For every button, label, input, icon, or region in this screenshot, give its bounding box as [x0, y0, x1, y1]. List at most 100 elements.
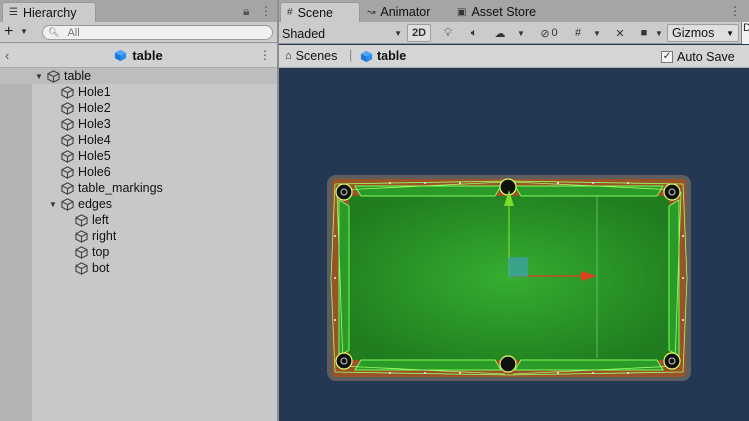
prefab-cube-icon: [115, 49, 127, 62]
cushion-top-right: [514, 185, 664, 197]
animator-icon: ↝: [367, 6, 376, 18]
hierarchy-tab-bar: ☰ Hierarchy 🔒︎ ⋮: [0, 0, 277, 22]
grid-icon[interactable]: #: [569, 23, 587, 43]
tree-item-hole2[interactable]: Hole2: [0, 100, 277, 116]
kebab-menu-icon[interactable]: ⋮: [259, 48, 271, 62]
kebab-menu-icon[interactable]: ⋮: [729, 4, 741, 18]
gizmos-label: Gizmos: [672, 26, 715, 40]
effects-icon[interactable]: ☁︎: [491, 23, 509, 43]
tree-item-table-markings[interactable]: table_markings: [0, 180, 277, 196]
tab-animator-label: Animator: [380, 5, 431, 19]
audio-icon[interactable]: 🔈︎: [465, 23, 483, 43]
cushion-right: [668, 199, 680, 357]
gameobject-cube-icon: [61, 85, 74, 99]
lighting-icon[interactable]: 💡︎: [439, 23, 457, 43]
camera-icon[interactable]: ■: [635, 23, 653, 43]
breadcrumb-current[interactable]: table: [360, 49, 406, 63]
gameobject-cube-icon: [61, 101, 74, 115]
tree-item-right[interactable]: right: [0, 228, 277, 244]
tree-item-label: Hole3: [78, 117, 111, 131]
gameobject-cube-icon: [61, 181, 74, 195]
pocket-hole3[interactable]: [663, 183, 681, 201]
search-input[interactable]: [67, 26, 268, 39]
hierarchy-tree: ▼ table Hole1 Hole2 Hole3 Hole4 Hole5 Ho…: [0, 68, 277, 276]
tools-icon[interactable]: ✕: [611, 23, 629, 43]
pocket-hole4[interactable]: [335, 352, 353, 370]
mode-2d-button[interactable]: 2D: [407, 24, 431, 42]
cut-off-panel[interactable]: D: [741, 22, 749, 44]
lock-icon[interactable]: 🔒︎: [243, 4, 249, 19]
grid-icon: #: [287, 7, 293, 18]
hierarchy-search[interactable]: 🔍︎: [42, 25, 273, 40]
list-icon: ☰: [9, 7, 18, 18]
hidden-objects-toggle[interactable]: ⊘ 0: [533, 23, 565, 43]
chevron-down-icon: ▼: [394, 29, 402, 38]
tree-item-left[interactable]: left: [0, 212, 277, 228]
breadcrumb: ⌂ Scenes | table ✓ Auto Save: [279, 45, 749, 68]
bag-icon: ▣: [457, 6, 467, 18]
tree-item-label: table: [64, 69, 92, 83]
chevron-down-icon[interactable]: ▼: [515, 23, 527, 43]
tree-item-label: Hole1: [78, 85, 111, 99]
scene-panel: # Scene ↝ Animator ▣ Asset Store ⋮ Shade…: [279, 0, 749, 421]
auto-save-checkbox[interactable]: ✓: [661, 51, 673, 63]
tab-hierarchy-label: Hierarchy: [22, 5, 77, 20]
gameobject-cube-icon: [61, 133, 74, 147]
hierarchy-panel: ☰ Hierarchy 🔒︎ ⋮ + ▼ 🔍︎ ‹ table ⋮ ▼: [0, 0, 277, 421]
tree-item-label: right: [92, 229, 117, 243]
hierarchy-toolbar: + ▼ 🔍︎: [0, 22, 277, 43]
cushion-bottom-left: [354, 359, 502, 371]
tree-item-hole3[interactable]: Hole3: [0, 116, 277, 132]
gizmos-dropdown[interactable]: Gizmos ▼: [667, 24, 739, 42]
chevron-down-icon[interactable]: ▼: [653, 23, 665, 43]
tree-item-hole5[interactable]: Hole5: [0, 148, 277, 164]
tab-animator[interactable]: ↝ Animator: [361, 2, 451, 22]
tree-item-hole4[interactable]: Hole4: [0, 132, 277, 148]
pocket-hole1[interactable]: [335, 183, 353, 201]
pocket-hole5[interactable]: [499, 355, 517, 373]
tab-scene-label: Scene: [297, 5, 334, 20]
gameobject-cube-icon: [61, 149, 74, 163]
tab-asset-store[interactable]: ▣ Asset Store: [451, 2, 551, 22]
tree-item-label: Hole4: [78, 133, 111, 147]
tree-item-table[interactable]: ▼ table: [0, 68, 277, 84]
pocket-hole2[interactable]: [499, 178, 517, 196]
prefab-title: table: [0, 48, 277, 63]
cushion-left: [338, 199, 350, 357]
tree-item-label: bot: [92, 261, 110, 275]
tree-item-label: Hole2: [78, 101, 111, 115]
chevron-down-icon[interactable]: ▼: [591, 23, 603, 43]
auto-save-label: Auto Save: [677, 50, 735, 64]
tree-item-hole1[interactable]: Hole1: [0, 84, 277, 100]
chevron-down-icon[interactable]: ▼: [20, 27, 28, 36]
tab-hierarchy[interactable]: ☰ Hierarchy: [2, 2, 96, 22]
shading-mode-dropdown[interactable]: Shaded ▼: [282, 25, 402, 42]
prefab-title-label: table: [132, 48, 163, 63]
tab-scene[interactable]: # Scene: [280, 2, 360, 22]
tree-item-label: edges: [78, 197, 113, 211]
prefab-cube-icon: [360, 50, 373, 62]
breadcrumb-scenes[interactable]: ⌂ Scenes: [285, 49, 337, 63]
gameobject-cube-icon: [75, 213, 88, 227]
tree-item-bot[interactable]: bot: [0, 260, 277, 276]
hidden-count: 0: [551, 27, 558, 39]
tree-item-edges[interactable]: ▼ edges: [0, 196, 277, 212]
pocket-hole6[interactable]: [663, 352, 681, 370]
breadcrumb-separator: |: [349, 48, 353, 62]
kebab-menu-icon[interactable]: ⋮: [260, 4, 272, 18]
tree-item-label: top: [92, 245, 110, 259]
search-icon: 🔍︎: [48, 27, 60, 37]
auto-save-toggle[interactable]: ✓ Auto Save: [661, 50, 735, 64]
expand-arrow-icon[interactable]: ▼: [35, 72, 43, 81]
tree-item-top[interactable]: top: [0, 244, 277, 260]
gameobject-cube-icon: [61, 197, 74, 211]
expand-arrow-icon[interactable]: ▼: [49, 200, 57, 209]
gameobject-cube-icon: [61, 117, 74, 131]
scene-viewport[interactable]: [279, 68, 749, 421]
tree-item-label: Hole6: [78, 165, 111, 179]
add-object-button[interactable]: +: [4, 23, 13, 40]
breadcrumb-scenes-label: Scenes: [295, 49, 338, 63]
xy-plane-handle[interactable]: [508, 257, 528, 277]
tab-asset-store-label: Asset Store: [471, 5, 537, 19]
tree-item-hole6[interactable]: Hole6: [0, 164, 277, 180]
